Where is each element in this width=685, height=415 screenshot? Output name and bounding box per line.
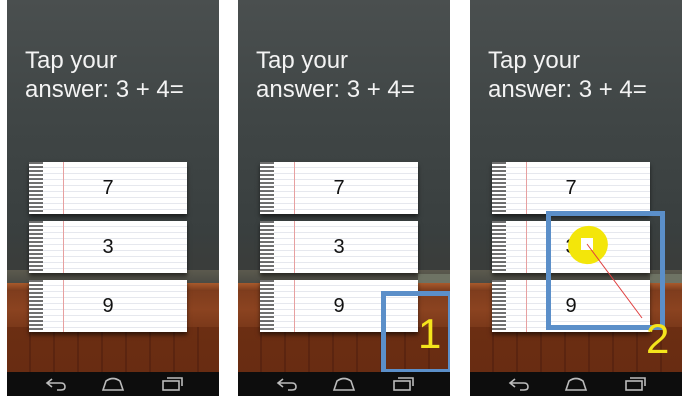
panel-b: Tap your answer: 3 + 4= 7 3 9 1 b bbox=[238, 0, 450, 396]
home-icon[interactable] bbox=[100, 375, 126, 393]
step-marker: 2 bbox=[646, 315, 670, 362]
navigation-bar bbox=[7, 372, 219, 396]
question-prompt: Tap your answer: 3 + 4= bbox=[256, 47, 415, 103]
answer-value: 7 bbox=[102, 177, 114, 199]
question-prompt: Tap your answer: 3 + 4= bbox=[25, 47, 184, 103]
navigation-bar bbox=[238, 372, 450, 396]
eraser bbox=[418, 274, 450, 283]
phone-screen: Tap your answer: 3 + 4= 7 3 9 1 bbox=[238, 0, 450, 372]
navigation-bar bbox=[470, 372, 682, 396]
back-icon[interactable] bbox=[274, 375, 300, 393]
panel-c: Tap your answer: 3 + 4= 7 3 9 2 c bbox=[470, 0, 682, 396]
back-icon[interactable] bbox=[43, 375, 69, 393]
recent-apps-icon[interactable] bbox=[159, 375, 185, 393]
recent-apps-icon[interactable] bbox=[390, 375, 416, 393]
home-icon[interactable] bbox=[331, 375, 357, 393]
phone-screen: Tap your answer: 3 + 4= 7 3 9 bbox=[7, 0, 219, 372]
answer-card-1[interactable]: 7 bbox=[29, 162, 187, 214]
back-icon[interactable] bbox=[506, 375, 532, 393]
answer-card-1[interactable]: 7 bbox=[260, 162, 418, 214]
panel-a: Tap your answer: 3 + 4= 7 3 9 a bbox=[7, 0, 219, 396]
home-icon[interactable] bbox=[563, 375, 589, 393]
answer-value: 3 bbox=[102, 236, 114, 258]
phone-screen: Tap your answer: 3 + 4= 7 3 9 2 bbox=[470, 0, 682, 372]
answer-value: 7 bbox=[333, 177, 345, 199]
answer-value: 9 bbox=[102, 295, 114, 317]
recent-apps-icon[interactable] bbox=[622, 375, 648, 393]
answer-card-2[interactable]: 3 bbox=[29, 221, 187, 273]
step-marker: 1 bbox=[418, 310, 442, 357]
answer-card-3[interactable]: 9 bbox=[29, 280, 187, 332]
highlight-box bbox=[546, 211, 665, 330]
answer-card-2[interactable]: 3 bbox=[260, 221, 418, 273]
answer-value: 3 bbox=[333, 236, 345, 258]
